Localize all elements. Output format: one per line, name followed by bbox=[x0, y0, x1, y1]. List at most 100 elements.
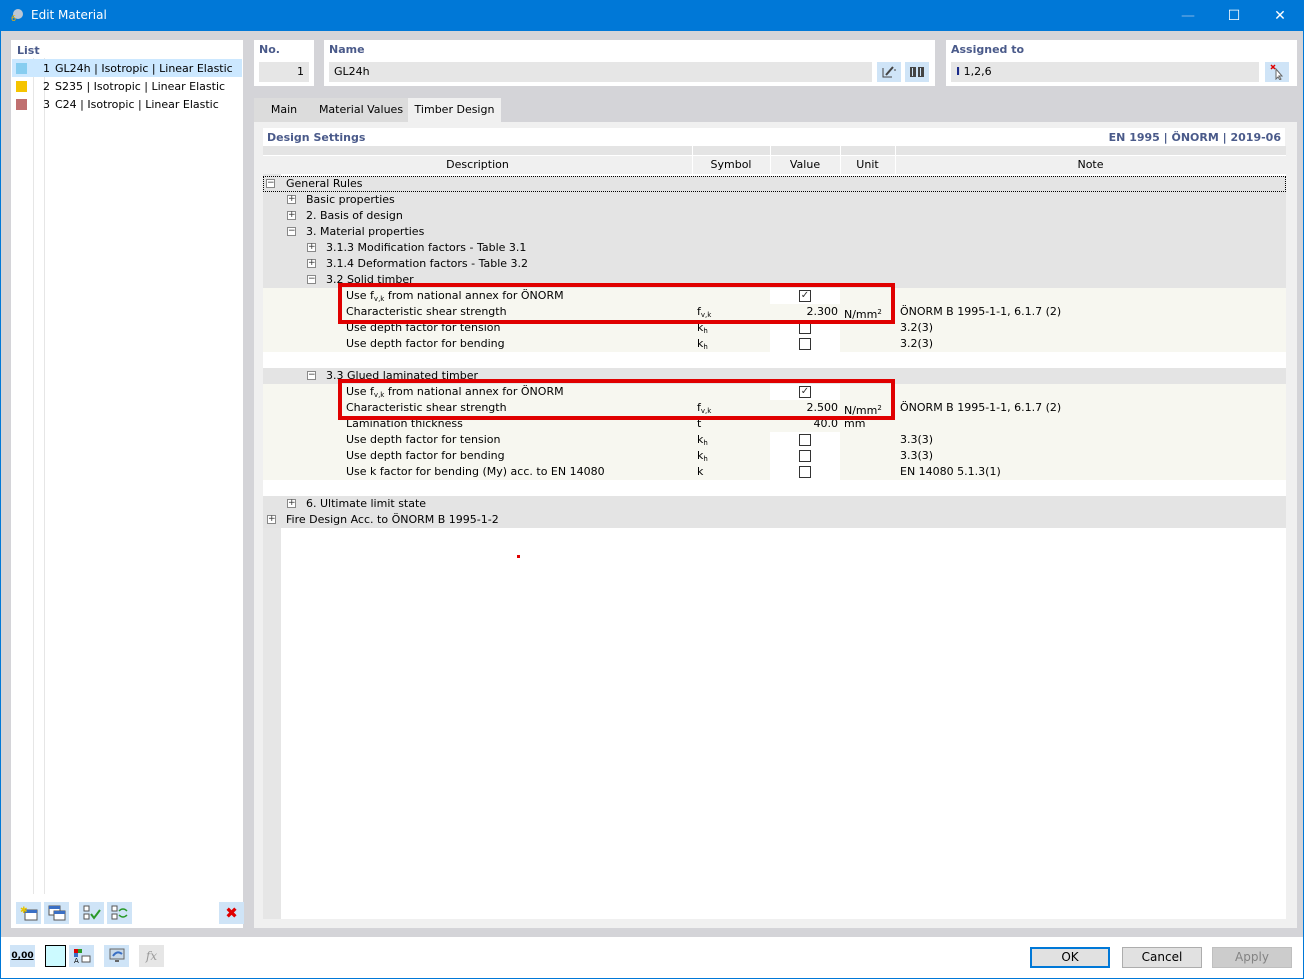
book-icon bbox=[910, 67, 924, 77]
window-title: Edit Material bbox=[31, 8, 107, 22]
tree-row-general-rules[interactable]: − General Rules bbox=[263, 176, 1286, 192]
column-header-value[interactable]: Value bbox=[770, 158, 840, 171]
row-label: 2. Basis of design bbox=[306, 209, 403, 222]
expand-icon[interactable]: + bbox=[287, 195, 296, 204]
row-glulam-depth-tension: Use depth factor for tension kh 3.3(3) bbox=[263, 432, 1286, 448]
select-cursor-icon bbox=[1270, 64, 1284, 80]
color-picker-button[interactable] bbox=[45, 945, 66, 967]
tab-main[interactable]: Main bbox=[254, 98, 314, 122]
maximize-button[interactable]: ☐ bbox=[1211, 0, 1257, 31]
library-button[interactable] bbox=[905, 62, 929, 82]
expand-icon[interactable]: + bbox=[267, 515, 276, 524]
minimize-button[interactable]: — bbox=[1165, 0, 1211, 31]
tab-timber-design[interactable]: Timber Design bbox=[408, 98, 501, 122]
tab-material-values[interactable]: Material Values bbox=[314, 98, 408, 122]
member-icon: I bbox=[956, 65, 961, 78]
list-divider bbox=[33, 58, 34, 894]
collapse-icon[interactable]: − bbox=[287, 227, 296, 236]
ok-button[interactable]: OK bbox=[1030, 947, 1110, 968]
name-field[interactable]: GL24h bbox=[329, 62, 872, 82]
expand-icon[interactable]: + bbox=[287, 211, 296, 220]
row-glulam-k-factor: Use k factor for bending (My) acc. to EN… bbox=[263, 464, 1286, 480]
check-all-button[interactable] bbox=[79, 902, 104, 924]
delete-material-button[interactable]: ✖ bbox=[219, 902, 244, 924]
app-icon: 6 bbox=[11, 9, 23, 22]
depth-bending-checkbox[interactable] bbox=[799, 338, 811, 350]
pick-assignment-button[interactable] bbox=[1265, 62, 1289, 82]
assigned-to-field[interactable]: I 1,2,6 bbox=[951, 62, 1259, 82]
depth-tension-checkbox[interactable] bbox=[799, 434, 811, 446]
check-swap-button[interactable] bbox=[107, 902, 132, 924]
row-label: 3. Material properties bbox=[306, 225, 425, 238]
title-bar: 6 Edit Material — ☐ ✕ bbox=[1, 0, 1303, 31]
list-item-number: 1 bbox=[43, 61, 50, 75]
assigned-to-label: Assigned to bbox=[951, 43, 1025, 56]
collapse-icon[interactable]: − bbox=[307, 371, 316, 380]
view-settings-button[interactable] bbox=[104, 945, 129, 967]
apply-button[interactable]: Apply bbox=[1212, 947, 1292, 968]
copy-material-button[interactable] bbox=[44, 902, 69, 924]
color-swatch bbox=[16, 98, 27, 110]
checklist-icon bbox=[83, 905, 101, 920]
close-icon: ✕ bbox=[1274, 7, 1286, 24]
expand-icon[interactable]: + bbox=[287, 499, 296, 508]
number-field[interactable]: 1 bbox=[259, 62, 309, 82]
list-item[interactable]: 1 GL24h | Isotropic | Linear Elastic bbox=[12, 59, 242, 77]
tree-row-material-properties[interactable]: − 3. Material properties bbox=[263, 224, 1286, 240]
tree-row-fire-design[interactable]: + Fire Design Acc. to ÖNORM B 1995-1-2 bbox=[263, 512, 1286, 528]
name-panel: Name GL24h bbox=[324, 40, 935, 86]
collapse-icon[interactable]: − bbox=[266, 179, 275, 188]
formula-icon: fx bbox=[145, 949, 158, 963]
column-header-unit[interactable]: Unit bbox=[840, 158, 895, 171]
note: EN 14080 5.1.3(1) bbox=[900, 465, 1001, 478]
list-item[interactable]: 2 S235 | Isotropic | Linear Elastic bbox=[12, 77, 242, 95]
maximize-icon: ☐ bbox=[1227, 7, 1241, 24]
list-item-number: 2 bbox=[43, 79, 50, 93]
column-separator bbox=[770, 146, 771, 174]
close-button[interactable]: ✕ bbox=[1257, 0, 1303, 31]
note: 3.3(3) bbox=[900, 433, 934, 446]
design-settings-grid: Description Symbol Value Unit Note − Gen… bbox=[263, 146, 1286, 919]
design-settings-title: Design Settings bbox=[267, 131, 366, 144]
k-factor-checkbox[interactable] bbox=[799, 466, 811, 478]
grid-header-band bbox=[263, 146, 1286, 156]
cancel-button[interactable]: Cancel bbox=[1122, 947, 1202, 968]
expand-icon[interactable]: + bbox=[307, 243, 316, 252]
column-header-note[interactable]: Note bbox=[895, 158, 1286, 171]
symbol: k bbox=[697, 465, 704, 478]
depth-bending-checkbox[interactable] bbox=[799, 450, 811, 462]
tree-row-basis-of-design[interactable]: + 2. Basis of design bbox=[263, 208, 1286, 224]
list-item-label: C24 | Isotropic | Linear Elastic bbox=[55, 97, 219, 111]
tree-row-basic-properties[interactable]: + Basic properties bbox=[263, 192, 1286, 208]
expand-icon[interactable]: + bbox=[307, 259, 316, 268]
material-list-panel: List 1 GL24h | Isotropic | Linear Elasti… bbox=[11, 40, 244, 928]
edit-material-window: 6 Edit Material — ☐ ✕ List 1 GL24h | Iso… bbox=[1, 0, 1303, 978]
minimize-icon: — bbox=[1181, 7, 1195, 24]
note: 3.2(3) bbox=[900, 337, 934, 350]
display-properties-button[interactable]: A bbox=[69, 945, 94, 967]
display-properties-icon: A bbox=[73, 949, 90, 964]
svg-text:A: A bbox=[74, 957, 79, 964]
tree-row-ultimate-limit-state[interactable]: + 6. Ultimate limit state bbox=[263, 496, 1286, 512]
edit-name-button[interactable] bbox=[877, 62, 901, 82]
collapse-icon[interactable]: − bbox=[307, 275, 316, 284]
edit-pencil-icon bbox=[882, 66, 896, 78]
row-glulam-depth-bending: Use depth factor for bending kh 3.3(3) bbox=[263, 448, 1286, 464]
units-button[interactable]: 0,00 bbox=[10, 945, 35, 967]
new-material-button[interactable]: ✱ bbox=[16, 902, 41, 924]
bottom-bar: 0,00 A fx OK Cancel Apply bbox=[1, 937, 1303, 978]
svg-text:✱: ✱ bbox=[20, 906, 28, 916]
list-label: List bbox=[17, 44, 40, 57]
list-toolbar: ✱ ✖ bbox=[16, 902, 244, 924]
list-item-label: S235 | Isotropic | Linear Elastic bbox=[55, 79, 226, 93]
list-item[interactable]: 3 C24 | Isotropic | Linear Elastic bbox=[12, 95, 242, 113]
list-divider bbox=[44, 58, 45, 894]
formula-button[interactable]: fx bbox=[139, 945, 164, 967]
number-label: No. bbox=[259, 43, 280, 56]
column-header-symbol[interactable]: Symbol bbox=[692, 158, 770, 171]
tree-row-modification-factors[interactable]: + 3.1.3 Modification factors - Table 3.1 bbox=[263, 240, 1286, 256]
column-header-description[interactable]: Description bbox=[263, 158, 692, 171]
column-separator bbox=[692, 146, 693, 174]
tree-row-deformation-factors[interactable]: + 3.1.4 Deformation factors - Table 3.2 bbox=[263, 256, 1286, 272]
grid-header: Description Symbol Value Unit Note bbox=[263, 156, 1286, 174]
